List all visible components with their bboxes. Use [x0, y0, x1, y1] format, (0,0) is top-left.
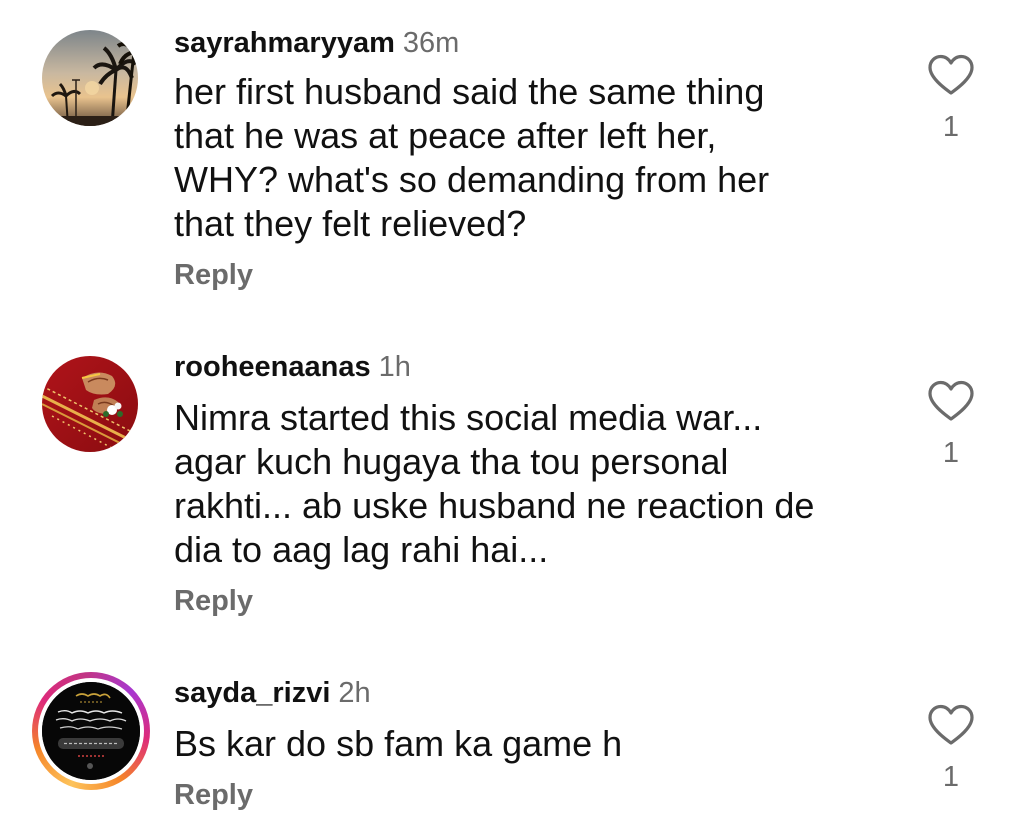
reply-button[interactable]: Reply	[174, 778, 253, 812]
timestamp: 1h	[378, 351, 411, 383]
comment-line: Nimra started this social media war...	[174, 397, 763, 438]
sunset-palm-avatar-icon	[42, 30, 138, 126]
comment-item: sayrahmaryyam 36m her first husband said …	[0, 0, 1024, 320]
comment-header: sayda_rizvi 2h	[174, 676, 371, 710]
avatar	[42, 682, 140, 780]
heart-outline-icon	[928, 704, 974, 745]
comment-line: her first husband said the same thing	[174, 71, 765, 112]
comment-line: that they felt relieved?	[174, 203, 527, 244]
username[interactable]: rooheenaanas	[174, 351, 371, 383]
comment-text: Nimra started this social media war... a…	[174, 396, 894, 572]
comment-line: rakhti... ab uske husband ne reaction de	[174, 485, 815, 526]
avatar[interactable]	[42, 30, 138, 126]
comment-text: her first husband said the same thing th…	[174, 70, 894, 246]
like-button[interactable]	[926, 52, 976, 98]
comment-line: dia to aag lag rahi hai...	[174, 529, 549, 570]
timestamp: 36m	[402, 27, 460, 59]
reply-button[interactable]: Reply	[174, 258, 253, 292]
avatar[interactable]	[42, 356, 138, 452]
username[interactable]: sayda_rizvi	[174, 677, 330, 709]
heart-outline-icon	[928, 54, 974, 95]
like-button[interactable]	[926, 702, 976, 748]
comment-line: Bs kar do sb fam ka game h	[174, 723, 623, 764]
comment-item: sayda_rizvi 2h Bs kar do sb fam ka game h…	[0, 0, 1024, 811]
username[interactable]: sayrahmaryyam	[174, 27, 395, 59]
reply-button[interactable]: Reply	[174, 584, 253, 618]
like-button[interactable]	[926, 378, 976, 424]
comment-header: rooheenaanas 1h	[174, 350, 411, 384]
calligraphy-avatar-icon	[42, 682, 140, 780]
bridal-hands-avatar-icon	[42, 356, 138, 452]
comment-header: sayrahmaryyam 36m	[174, 26, 459, 60]
like-count: 1	[942, 761, 960, 793]
comment-line: WHY? what's so demanding from her	[174, 159, 770, 200]
like-count: 1	[942, 111, 960, 143]
comment-text: Bs kar do sb fam ka game h	[174, 722, 894, 766]
comment-line: that he was at peace after left her,	[174, 115, 717, 156]
story-ring[interactable]	[32, 672, 150, 790]
timestamp: 2h	[338, 677, 371, 709]
heart-outline-icon	[928, 380, 974, 421]
comment-line: agar kuch hugaya tha tou personal	[174, 441, 729, 482]
like-count: 1	[942, 437, 960, 469]
